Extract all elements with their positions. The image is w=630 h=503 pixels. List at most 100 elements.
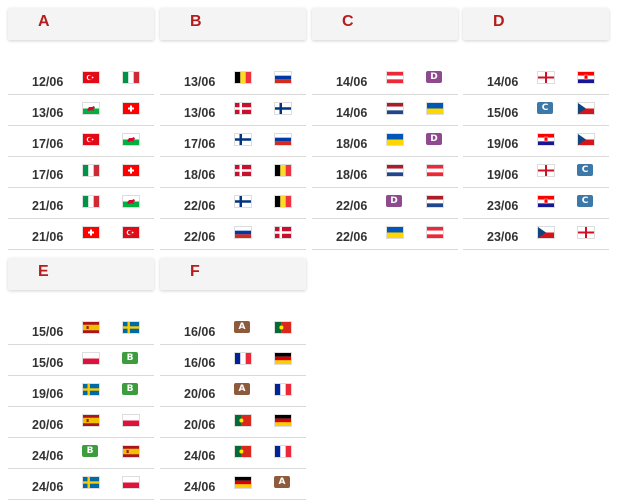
match-date: 21/06 xyxy=(32,230,64,244)
group-badge-b: B xyxy=(122,383,138,395)
match-row[interactable]: 22/06 xyxy=(312,219,458,250)
match-row[interactable]: 14/06 xyxy=(463,64,609,95)
match-row[interactable]: 23/06 xyxy=(463,219,609,250)
match-row[interactable]: 17/06 xyxy=(160,126,306,157)
group-header[interactable]: E xyxy=(8,258,154,290)
match-row[interactable]: 19/06 B xyxy=(8,376,154,407)
match-date: 22/06 xyxy=(336,199,368,213)
match-row[interactable]: 12/06 xyxy=(8,64,154,95)
group-badge-b: B xyxy=(122,352,138,364)
group-badge-c: C xyxy=(577,195,593,207)
match-date: 14/06 xyxy=(487,75,519,89)
wales-flag-icon xyxy=(82,102,100,115)
ukraine-flag-icon xyxy=(386,226,404,239)
group-letter: F xyxy=(190,263,200,280)
denmark-flag-icon xyxy=(234,102,252,115)
match-date: 15/06 xyxy=(32,356,64,370)
home-team: D xyxy=(386,195,402,207)
italy-flag-icon xyxy=(122,71,140,84)
group-header[interactable]: F xyxy=(160,258,306,290)
match-row[interactable]: 22/06 xyxy=(160,219,306,250)
austria-flag-icon xyxy=(426,164,444,177)
group-header[interactable]: D xyxy=(463,8,609,40)
match-row[interactable]: 16/06 xyxy=(160,345,306,376)
austria-flag-icon xyxy=(386,71,404,84)
group-letter: C xyxy=(342,13,354,30)
match-row[interactable]: 20/06 A xyxy=(160,376,306,407)
match-row[interactable]: 18/06 xyxy=(160,157,306,188)
match-row[interactable]: 24/06 B xyxy=(8,438,154,469)
away-team xyxy=(577,226,595,239)
match-row[interactable]: 21/06 xyxy=(8,219,154,250)
turkey-flag-icon xyxy=(122,226,140,239)
match-row[interactable]: 17/06 xyxy=(8,157,154,188)
match-row[interactable]: 15/06 B xyxy=(8,345,154,376)
sweden-flag-icon xyxy=(82,383,100,396)
group-header[interactable]: B xyxy=(160,8,306,40)
match-date: 14/06 xyxy=(336,106,368,120)
netherlands-flag-icon xyxy=(386,102,404,115)
home-team xyxy=(234,226,252,239)
match-row[interactable]: 13/06 xyxy=(8,95,154,126)
denmark-flag-icon xyxy=(274,226,292,239)
russia-flag-icon xyxy=(234,226,252,239)
match-row[interactable]: 15/06 C xyxy=(463,95,609,126)
portugal-flag-icon xyxy=(234,445,252,458)
match-row[interactable]: 19/06 C xyxy=(463,157,609,188)
match-row[interactable]: 13/06 xyxy=(160,64,306,95)
match-date: 20/06 xyxy=(184,387,216,401)
home-team xyxy=(82,226,100,239)
match-row[interactable]: 19/06 xyxy=(463,126,609,157)
match-row[interactable]: 22/06 D xyxy=(312,188,458,219)
match-date: 12/06 xyxy=(32,75,64,89)
match-row[interactable]: 21/06 xyxy=(8,188,154,219)
group-header[interactable]: A xyxy=(8,8,154,40)
group-letter: E xyxy=(38,263,49,280)
netherlands-flag-icon xyxy=(386,164,404,177)
match-date: 22/06 xyxy=(184,230,216,244)
match-row[interactable]: 24/06 A xyxy=(160,469,306,500)
russia-flag-icon xyxy=(274,133,292,146)
home-team xyxy=(82,321,100,334)
match-row[interactable]: 14/06 D xyxy=(312,64,458,95)
match-date: 14/06 xyxy=(336,75,368,89)
group-header[interactable]: C xyxy=(312,8,458,40)
away-team xyxy=(122,102,140,115)
germany-flag-icon xyxy=(274,414,292,427)
match-row[interactable]: 23/06 C xyxy=(463,188,609,219)
match-row[interactable]: 20/06 xyxy=(160,407,306,438)
match-row[interactable]: 20/06 xyxy=(8,407,154,438)
match-list: 14/06 D 14/06 18/06 D 18/06 22/06 D 22/06 xyxy=(312,64,458,250)
home-team xyxy=(386,102,404,115)
home-team xyxy=(234,71,252,84)
match-row[interactable]: 16/06 A xyxy=(160,314,306,345)
match-row[interactable]: 24/06 xyxy=(8,469,154,500)
match-date: 24/06 xyxy=(184,449,216,463)
away-team: C xyxy=(577,164,593,176)
italy-flag-icon xyxy=(82,164,100,177)
group-badge-d: D xyxy=(426,71,442,83)
away-team xyxy=(577,102,595,115)
group-badge-d: D xyxy=(386,195,402,207)
turkey-flag-icon xyxy=(82,133,100,146)
match-row[interactable]: 18/06 D xyxy=(312,126,458,157)
match-row[interactable]: 13/06 xyxy=(160,95,306,126)
home-team xyxy=(386,164,404,177)
match-row[interactable]: 17/06 xyxy=(8,126,154,157)
russia-flag-icon xyxy=(274,71,292,84)
match-row[interactable]: 18/06 xyxy=(312,157,458,188)
group-badge-d: D xyxy=(426,133,442,145)
match-list: 15/06 15/06 B 19/06 B 20/06 24/06 B 24/06 xyxy=(8,314,154,500)
match-row[interactable]: 24/06 xyxy=(160,438,306,469)
group-panel-a: A 12/06 13/06 17/06 17/06 21/06 21/06 xyxy=(8,8,154,250)
home-team xyxy=(82,476,100,489)
portugal-flag-icon xyxy=(274,321,292,334)
match-row[interactable]: 14/06 xyxy=(312,95,458,126)
match-row[interactable]: 15/06 xyxy=(8,314,154,345)
croatia-flag-icon xyxy=(577,71,595,84)
home-team: B xyxy=(82,445,98,457)
away-team xyxy=(274,71,292,84)
match-row[interactable]: 22/06 xyxy=(160,188,306,219)
match-date: 15/06 xyxy=(32,325,64,339)
match-date: 20/06 xyxy=(184,418,216,432)
